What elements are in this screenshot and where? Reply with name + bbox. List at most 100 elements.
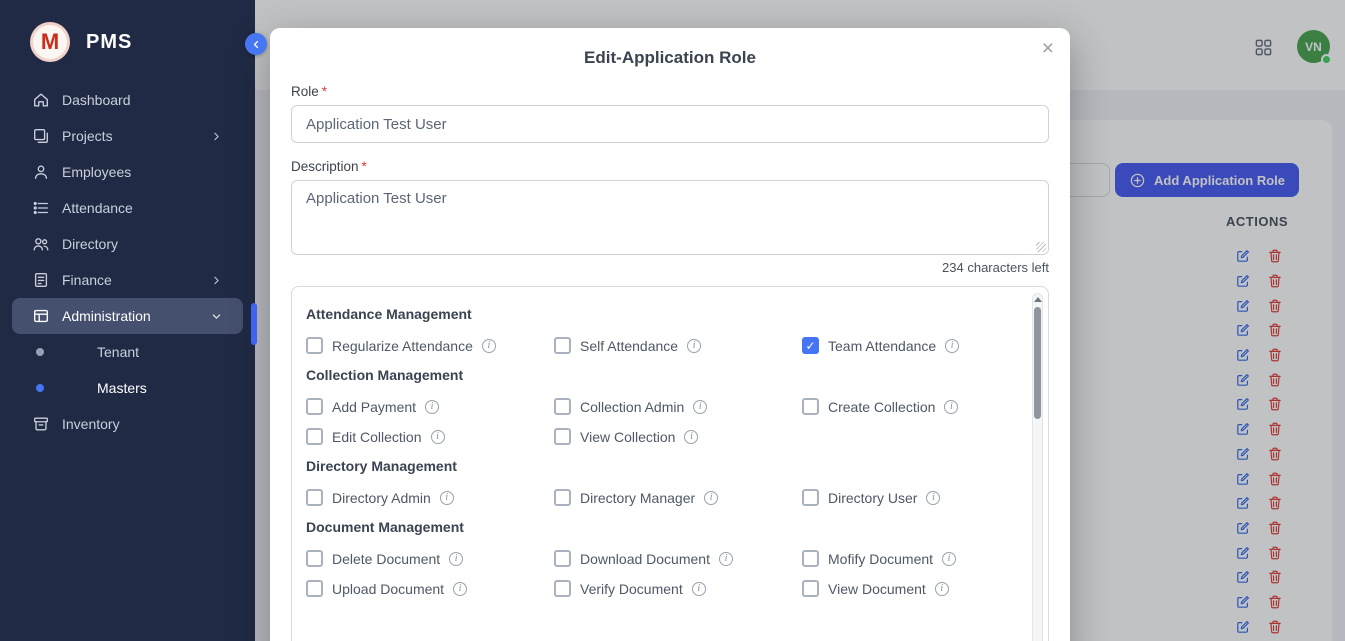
sidebar-item-dashboard[interactable]: Dashboard <box>12 82 243 118</box>
chevron-right-icon <box>210 130 223 143</box>
checkbox[interactable] <box>306 428 323 445</box>
checkbox[interactable] <box>306 550 323 567</box>
description-label-text: Description <box>291 159 359 174</box>
role-label-text: Role <box>291 84 319 99</box>
info-icon[interactable]: i <box>944 400 958 414</box>
checkbox[interactable] <box>554 580 571 597</box>
projects-icon <box>32 127 50 145</box>
info-icon[interactable]: i <box>425 400 439 414</box>
description-field-label: Description* <box>291 159 1049 174</box>
permission-label: Mofify Document <box>828 551 933 567</box>
info-icon[interactable]: i <box>692 582 706 596</box>
edit-application-role-modal: × Edit-Application Role Role* Descriptio… <box>270 28 1070 641</box>
info-icon[interactable]: i <box>719 552 733 566</box>
checkbox[interactable] <box>554 428 571 445</box>
sidebar-item-label: Attendance <box>62 200 133 216</box>
sidebar-item-label: Masters <box>97 380 147 396</box>
scroll-up-arrow-icon[interactable] <box>1034 297 1042 302</box>
permission-label: Add Payment <box>332 399 416 415</box>
checkbox[interactable] <box>802 489 819 506</box>
permissions-scrollbar[interactable] <box>1032 293 1043 641</box>
permission-label: Create Collection <box>828 399 935 415</box>
permission-section-title: Attendance Management <box>306 306 1014 322</box>
permission-item: Add Payment i <box>306 398 554 415</box>
permission-label: View Collection <box>580 429 675 445</box>
permission-label: Directory User <box>828 490 917 506</box>
sidebar-item-directory[interactable]: Directory <box>12 226 243 262</box>
permission-label: Upload Document <box>332 581 444 597</box>
sidebar-item-label: Tenant <box>97 344 139 360</box>
sidebar-item-projects[interactable]: Projects <box>12 118 243 154</box>
permission-label: Team Attendance <box>828 338 936 354</box>
permission-grid: Add PaymentiCollection AdminiCreate Coll… <box>306 398 1014 445</box>
characters-left-counter: 234 characters left <box>291 260 1049 275</box>
permission-item: Create Collection i <box>802 398 1014 415</box>
logo-letter: M <box>41 29 59 55</box>
checkbox[interactable] <box>802 580 819 597</box>
sidebar-nav: Dashboard ProjectsEmployees Attendance Dire… <box>0 82 255 442</box>
sidebar-item-finance[interactable]: Finance <box>12 262 243 298</box>
active-item-accent <box>251 303 257 345</box>
permission-label: Verify Document <box>580 581 683 597</box>
app-root: M PMS DashboardProjectsEmployeesAttendan… <box>0 0 1345 641</box>
close-icon[interactable]: × <box>1042 38 1054 59</box>
chevron-right-icon <box>210 274 223 287</box>
info-icon[interactable]: i <box>942 552 956 566</box>
chevron-left-icon <box>250 38 263 51</box>
permission-item: Edit Collectioni <box>306 428 554 445</box>
permission-label: Self Attendance <box>580 338 678 354</box>
permission-item: View Documenti <box>802 580 1014 597</box>
checkbox[interactable] <box>554 550 571 567</box>
checkbox[interactable] <box>306 398 323 415</box>
sidebar-item-inventory[interactable]: Inventory <box>12 406 243 442</box>
sidebar-item-label: Dashboard <box>62 92 131 108</box>
sidebar-item-attendance[interactable]: Attendance <box>12 190 243 226</box>
permission-item: ✓ Team Attendance i <box>802 337 1014 354</box>
info-icon[interactable]: i <box>693 400 707 414</box>
checkbox[interactable] <box>802 398 819 415</box>
checkbox[interactable] <box>554 337 571 354</box>
info-icon[interactable]: i <box>431 430 445 444</box>
info-icon[interactable]: i <box>926 491 940 505</box>
permissions-panel: Attendance Management Regularize Attendan… <box>291 286 1049 641</box>
checkbox-checked[interactable]: ✓ <box>802 337 819 354</box>
info-icon[interactable]: i <box>453 582 467 596</box>
bullet-icon <box>36 348 44 356</box>
person-icon <box>32 163 50 181</box>
checkbox[interactable] <box>802 550 819 567</box>
permission-item: Self Attendance i <box>554 337 802 354</box>
sidebar-item-administration[interactable]: Administration <box>12 298 243 334</box>
checkbox[interactable] <box>306 337 323 354</box>
admin-panel-icon <box>32 307 50 325</box>
permission-label: Regularize Attendance <box>332 338 473 354</box>
checkbox[interactable] <box>554 489 571 506</box>
sidebar-item-employees[interactable]: Employees <box>12 154 243 190</box>
info-icon[interactable]: i <box>687 339 701 353</box>
permission-grid: Delete DocumentiDownload DocumentiMofify… <box>306 550 1014 597</box>
scrollbar-thumb[interactable] <box>1034 307 1041 419</box>
info-icon[interactable]: i <box>935 582 949 596</box>
info-icon[interactable]: i <box>684 430 698 444</box>
permission-section-title: Collection Management <box>306 367 1014 383</box>
role-input[interactable] <box>291 105 1049 143</box>
sidebar-item-masters[interactable]: Masters <box>12 370 243 406</box>
permission-grid: Directory AdminiDirectory ManageriDirect… <box>306 489 1014 506</box>
info-icon[interactable]: i <box>440 491 454 505</box>
permission-item: View Collection i <box>554 428 802 445</box>
info-icon[interactable]: i <box>449 552 463 566</box>
checkbox[interactable] <box>306 580 323 597</box>
description-textarea[interactable]: Application Test User <box>291 180 1049 255</box>
checkbox[interactable] <box>306 489 323 506</box>
permission-section-title: Document Management <box>306 519 1014 535</box>
info-icon[interactable]: i <box>704 491 718 505</box>
chevron-down-icon <box>210 310 223 323</box>
sidebar-collapse-button[interactable] <box>245 33 267 55</box>
sidebar-item-tenant[interactable]: Tenant <box>12 334 243 370</box>
checkbox[interactable] <box>554 398 571 415</box>
info-icon[interactable]: i <box>945 339 959 353</box>
sidebar-item-label: Directory <box>62 236 118 252</box>
required-asterisk: * <box>322 84 327 99</box>
permission-item: Directory Admini <box>306 489 554 506</box>
info-icon[interactable]: i <box>482 339 496 353</box>
sidebar-item-label: Administration <box>62 308 151 324</box>
